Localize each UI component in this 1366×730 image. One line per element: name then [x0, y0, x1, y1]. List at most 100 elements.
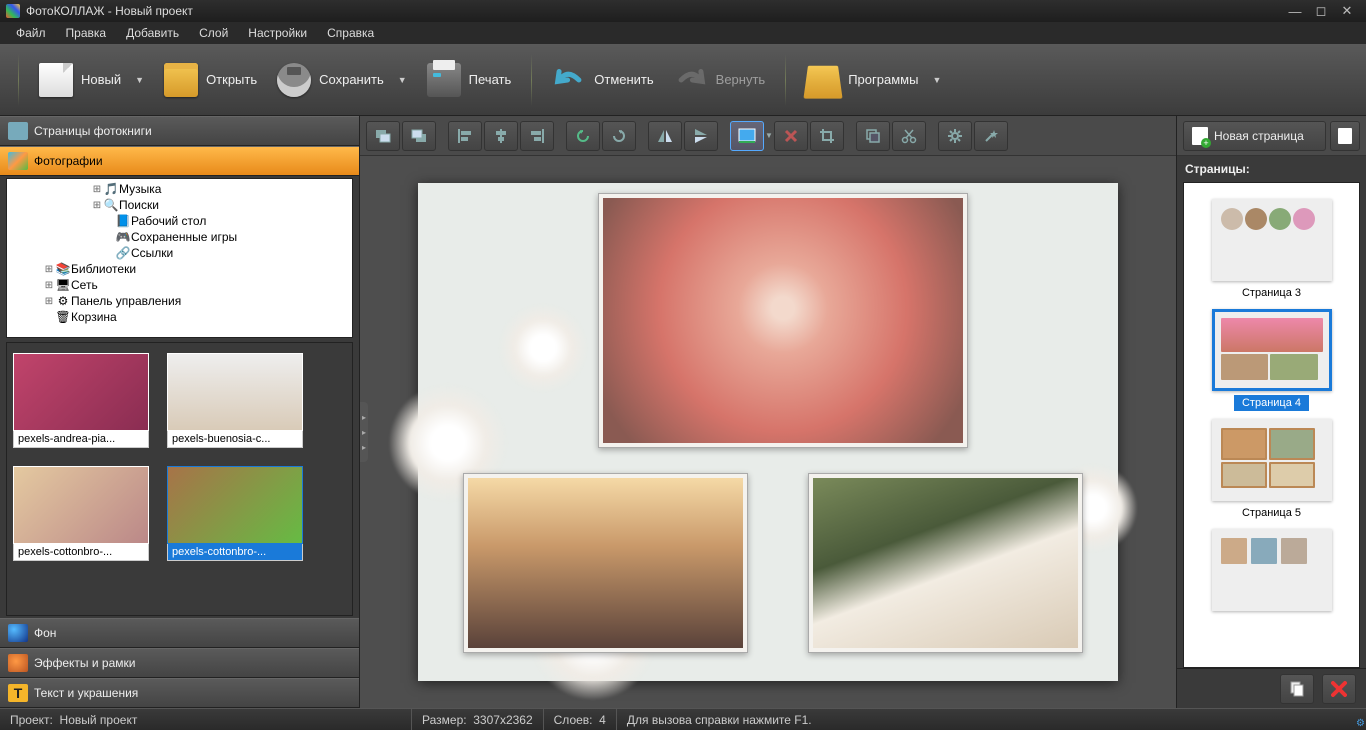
new-page-icon — [1192, 127, 1208, 145]
menu-layer[interactable]: Слой — [189, 23, 238, 43]
title-bar: ФотоКОЛЛАЖ - Новый проект — ◻ ✕ — [0, 0, 1366, 22]
status-size-value: 3307x2362 — [473, 713, 532, 727]
photo-layer[interactable] — [598, 193, 968, 448]
undo-icon — [552, 63, 586, 97]
duplicate-page-button[interactable] — [1280, 674, 1314, 704]
accordion-effects[interactable]: Эффекты и рамки — [0, 648, 359, 678]
text-icon — [8, 684, 28, 702]
programs-button[interactable]: Программы▼ — [796, 57, 951, 103]
copy-button[interactable] — [856, 121, 890, 151]
align-left-button[interactable] — [448, 121, 482, 151]
center-panel: ▼ ▸▸▸ — [360, 116, 1176, 708]
crop-button[interactable] — [810, 121, 844, 151]
thumbnail[interactable]: pexels-cottonbro-... — [167, 466, 303, 561]
new-icon — [39, 63, 73, 97]
delete-page-button[interactable] — [1322, 674, 1356, 704]
status-project-key: Проект: — [10, 713, 53, 727]
status-help: Для вызова справки нажмите F1. — [627, 713, 812, 727]
tree-item[interactable]: ⊞⚙Панель управления — [7, 293, 352, 309]
fit-dropdown[interactable]: ▼ — [766, 121, 772, 151]
effects-icon — [8, 654, 28, 672]
pages-heading: Страницы: — [1177, 156, 1366, 182]
photo-thumbnails: pexels-andrea-pia...pexels-buenosia-c...… — [6, 342, 353, 616]
tree-item[interactable]: 🔗Ссылки — [7, 245, 352, 261]
accordion-background[interactable]: Фон — [0, 618, 359, 648]
accordion-pages[interactable]: Страницы фотокниги — [0, 116, 359, 146]
new-page-button[interactable]: Новая страница — [1183, 121, 1326, 151]
new-button[interactable]: Новый▼ — [29, 57, 154, 103]
page-thumbnail[interactable] — [1188, 529, 1355, 611]
thumbnail[interactable]: pexels-buenosia-c... — [167, 353, 303, 448]
maximize-button[interactable]: ◻ — [1308, 3, 1334, 19]
delete-button[interactable] — [774, 121, 808, 151]
window-title: ФотоКОЛЛАЖ - Новый проект — [26, 4, 193, 18]
thumbnail[interactable]: pexels-cottonbro-... — [13, 466, 149, 561]
tree-item[interactable]: ⊞🔍Поиски — [7, 197, 352, 213]
canvas-area[interactable]: ▸▸▸ — [360, 156, 1176, 708]
menu-help[interactable]: Справка — [317, 23, 384, 43]
pages-list: Страница 3Страница 4Страница 5 — [1183, 182, 1360, 668]
print-icon — [427, 63, 461, 97]
print-button[interactable]: Печать — [417, 57, 522, 103]
save-button[interactable]: Сохранить▼ — [267, 57, 417, 103]
redo-icon — [674, 63, 708, 97]
menu-file[interactable]: Файл — [6, 23, 56, 43]
tree-item[interactable]: ⊞🖥Сеть — [7, 277, 352, 293]
status-layers-value: 4 — [599, 713, 606, 727]
status-layers-key: Слоев: — [554, 713, 593, 727]
open-icon — [164, 63, 198, 97]
tree-item[interactable]: ⊞🎵Музыка — [7, 181, 352, 197]
fit-page-button[interactable] — [730, 121, 764, 151]
settings-button[interactable] — [938, 121, 972, 151]
send-back-button[interactable] — [402, 121, 436, 151]
page-thumbnail[interactable]: Страница 4 — [1188, 309, 1355, 411]
photo-layer[interactable] — [463, 473, 748, 653]
main-toolbar: Новый▼ Открыть Сохранить▼ Печать Отменит… — [0, 44, 1366, 116]
collage-page[interactable] — [418, 183, 1118, 681]
flip-v-button[interactable] — [684, 121, 718, 151]
programs-icon — [804, 65, 843, 98]
folder-tree[interactable]: ⊞🎵Музыка⊞🔍Поиски📘Рабочий стол🎮Сохраненны… — [6, 178, 353, 338]
app-icon — [6, 4, 20, 18]
menu-bar: Файл Правка Добавить Слой Настройки Спра… — [0, 22, 1366, 44]
status-bar: Проект: Новый проект Размер: 3307x2362 С… — [0, 708, 1366, 730]
thumbnail[interactable]: pexels-andrea-pia... — [13, 353, 149, 448]
page-settings-icon — [1338, 128, 1352, 144]
close-button[interactable]: ✕ — [1334, 3, 1360, 19]
menu-settings[interactable]: Настройки — [238, 23, 317, 43]
page-settings-button[interactable]: ⚙ — [1330, 121, 1360, 151]
minimize-button[interactable]: — — [1282, 4, 1308, 19]
page-thumbnail[interactable]: Страница 3 — [1188, 199, 1355, 301]
redo-button[interactable]: Вернуть — [664, 57, 776, 103]
rotate-left-button[interactable] — [566, 121, 600, 151]
page-thumbnail[interactable]: Страница 5 — [1188, 419, 1355, 521]
rotate-right-button[interactable] — [602, 121, 636, 151]
accordion-text[interactable]: Текст и украшения — [0, 678, 359, 708]
accordion-photos[interactable]: Фотографии — [0, 146, 359, 176]
menu-edit[interactable]: Правка — [56, 23, 117, 43]
tree-item[interactable]: 🗑Корзина — [7, 309, 352, 325]
status-size-key: Размер: — [422, 713, 467, 727]
photos-icon — [8, 152, 28, 170]
tree-item[interactable]: 🎮Сохраненные игры — [7, 229, 352, 245]
align-center-button[interactable] — [484, 121, 518, 151]
flip-h-button[interactable] — [648, 121, 682, 151]
menu-add[interactable]: Добавить — [116, 23, 189, 43]
right-panel: Новая страница ⚙ Страницы: Страница 3Стр… — [1176, 116, 1366, 708]
status-project-value: Новый проект — [60, 713, 138, 727]
undo-button[interactable]: Отменить — [542, 57, 663, 103]
photo-layer[interactable] — [808, 473, 1083, 653]
open-button[interactable]: Открыть — [154, 57, 267, 103]
canvas-toolbar: ▼ — [360, 116, 1176, 156]
expand-handle[interactable]: ▸▸▸ — [360, 402, 368, 462]
wand-button[interactable] — [974, 121, 1008, 151]
tree-item[interactable]: 📘Рабочий стол — [7, 213, 352, 229]
align-right-button[interactable] — [520, 121, 554, 151]
cut-button[interactable] — [892, 121, 926, 151]
left-panel: Страницы фотокниги Фотографии ⊞🎵Музыка⊞🔍… — [0, 116, 360, 708]
save-icon — [277, 63, 311, 97]
background-icon — [8, 624, 28, 642]
tree-item[interactable]: ⊞📚Библиотеки — [7, 261, 352, 277]
bring-front-button[interactable] — [366, 121, 400, 151]
pages-icon — [8, 122, 28, 140]
